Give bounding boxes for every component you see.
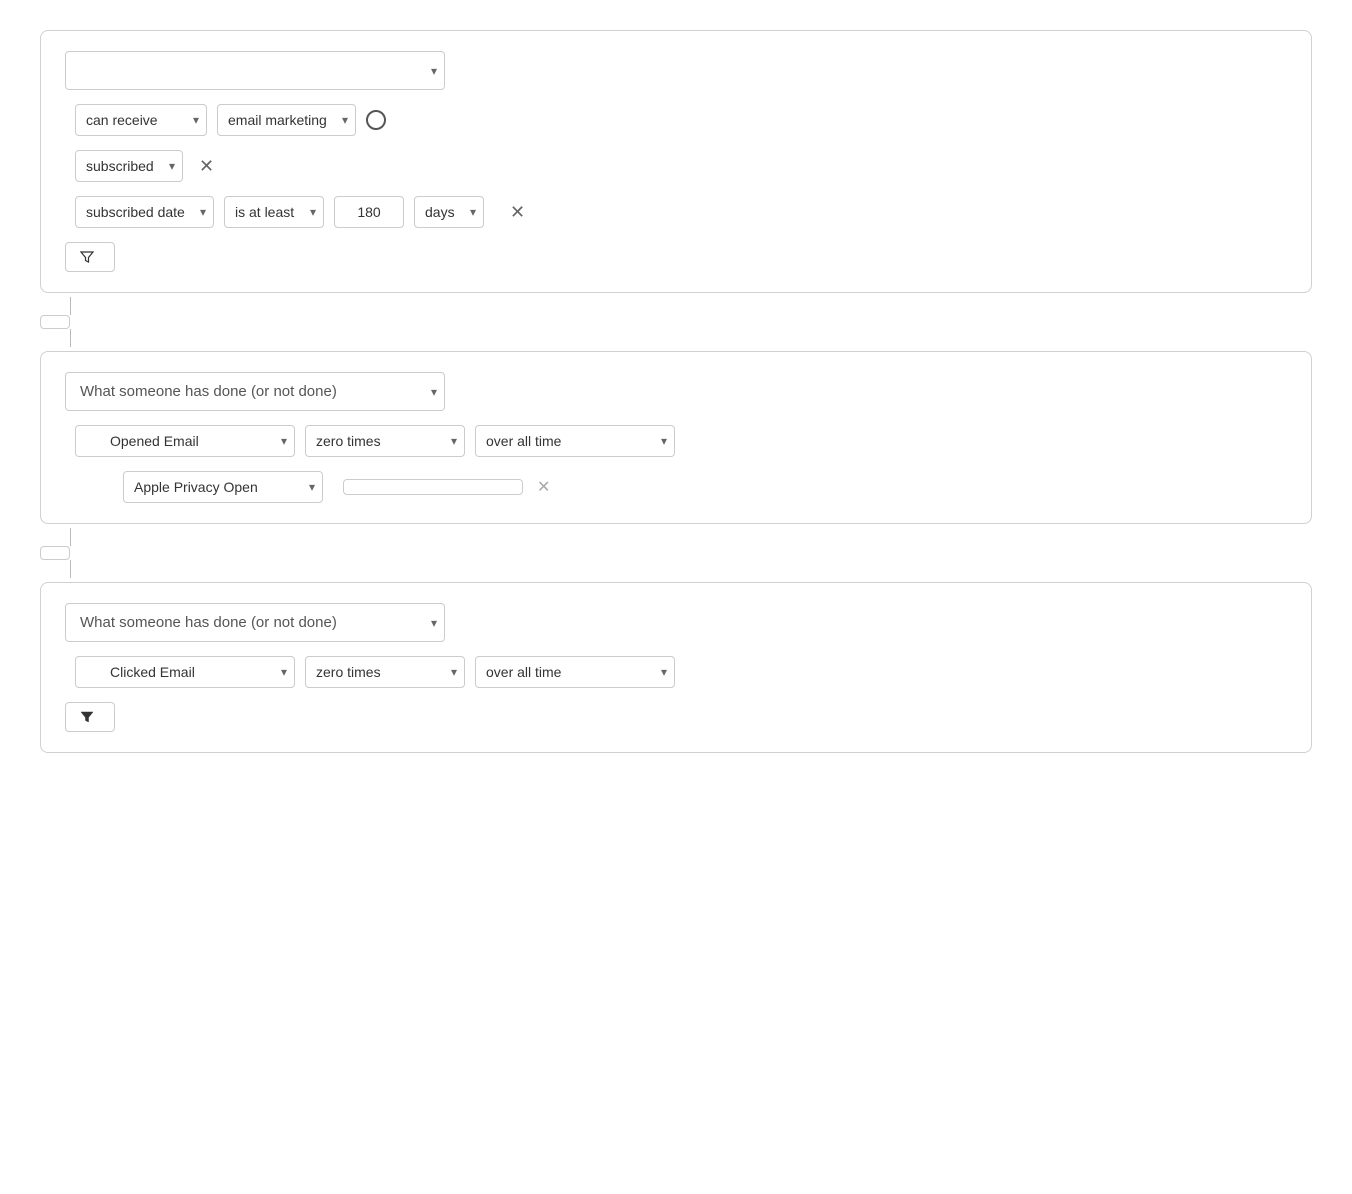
condition-block-1: can receive cannot receive email marketi… [40, 30, 1312, 293]
add-filter-row-1 [65, 242, 1287, 272]
person-row: can receive cannot receive email marketi… [65, 104, 1287, 136]
because-person-row: subscribed ✕ [65, 150, 1287, 182]
condition-block-2: What someone has done (or not done) Open… [40, 351, 1312, 524]
days-wrapper[interactable]: days [414, 196, 484, 228]
days-number-input[interactable] [334, 196, 404, 228]
add-filter-row-3 [65, 702, 1287, 732]
event-select-3[interactable]: Clicked Email [75, 656, 295, 688]
email-marketing-select[interactable]: email marketing [217, 104, 356, 136]
is-at-least-select[interactable]: is at least [224, 196, 324, 228]
vert-line-1 [70, 297, 71, 315]
top-condition-select-2[interactable]: What someone has done (or not done) [65, 372, 445, 411]
top-dropdown-row-2: What someone has done (or not done) [65, 372, 1287, 411]
vert-line-2 [70, 329, 71, 347]
can-receive-select[interactable]: can receive cannot receive [75, 104, 207, 136]
top-condition-select-3[interactable]: What someone has done (or not done) [65, 603, 445, 642]
and-button-2[interactable] [40, 546, 70, 560]
can-receive-wrapper[interactable]: can receive cannot receive [75, 104, 207, 136]
subscribed-wrapper[interactable]: subscribed [75, 150, 183, 182]
event-select-wrapper-3[interactable]: Clicked Email [75, 656, 295, 688]
has-row-2: Opened Email zero times over all time [65, 425, 1287, 457]
subscribed-date-select[interactable]: subscribed date [75, 196, 214, 228]
apple-privacy-wrapper[interactable]: Apple Privacy Open [123, 471, 323, 503]
add-filter-button-3[interactable] [65, 702, 115, 732]
vert-line-4 [70, 560, 71, 578]
timeframe-select-2[interactable]: over all time [475, 425, 675, 457]
condition-block-3: What someone has done (or not done) Clic… [40, 582, 1312, 753]
and-filter-close-button[interactable]: ✕ [504, 201, 531, 223]
is-at-least-wrapper[interactable]: is at least [224, 196, 324, 228]
event-select-wrapper-2[interactable]: Opened Email [75, 425, 295, 457]
frequency-select-2[interactable]: zero times [305, 425, 465, 457]
event-select-2[interactable]: Opened Email [75, 425, 295, 457]
top-dropdown-row-1 [65, 51, 1287, 90]
has-row-3: Clicked Email zero times over all time [65, 656, 1287, 688]
apple-privacy-select[interactable]: Apple Privacy Open [123, 471, 323, 503]
frequency-select-wrapper-3[interactable]: zero times [305, 656, 465, 688]
filter-icon-1 [80, 250, 94, 264]
filter-icon-3 [80, 710, 94, 724]
days-select[interactable]: days [414, 196, 484, 228]
top-dropdown-row-3: What someone has done (or not done) [65, 603, 1287, 642]
info-icon[interactable] [366, 110, 386, 130]
timeframe-select-wrapper-3[interactable]: over all time [475, 656, 675, 688]
top-condition-select-wrapper-3[interactable]: What someone has done (or not done) [65, 603, 445, 642]
where-row-2: Apple Privacy Open ✕ [65, 471, 1287, 503]
add-filter-button-1[interactable] [65, 242, 115, 272]
equals-close-button[interactable]: ✕ [533, 475, 554, 499]
and-filter-row: subscribed date is at least days ✕ [65, 196, 1287, 228]
and-connector-2 [40, 528, 1312, 578]
top-condition-select-wrapper-1[interactable] [65, 51, 445, 90]
and-button-1[interactable] [40, 315, 70, 329]
because-person-close-button[interactable]: ✕ [193, 155, 220, 177]
top-condition-select-1[interactable] [65, 51, 445, 90]
top-condition-select-wrapper-2[interactable]: What someone has done (or not done) [65, 372, 445, 411]
and-connector-1 [40, 297, 1312, 347]
timeframe-select-3[interactable]: over all time [475, 656, 675, 688]
subscribed-select[interactable]: subscribed [75, 150, 183, 182]
vert-line-3 [70, 528, 71, 546]
subscribed-date-wrapper[interactable]: subscribed date [75, 196, 214, 228]
equals-value-2 [343, 479, 523, 495]
frequency-select-wrapper-2[interactable]: zero times [305, 425, 465, 457]
frequency-select-3[interactable]: zero times [305, 656, 465, 688]
email-marketing-wrapper[interactable]: email marketing [217, 104, 356, 136]
timeframe-select-wrapper-2[interactable]: over all time [475, 425, 675, 457]
